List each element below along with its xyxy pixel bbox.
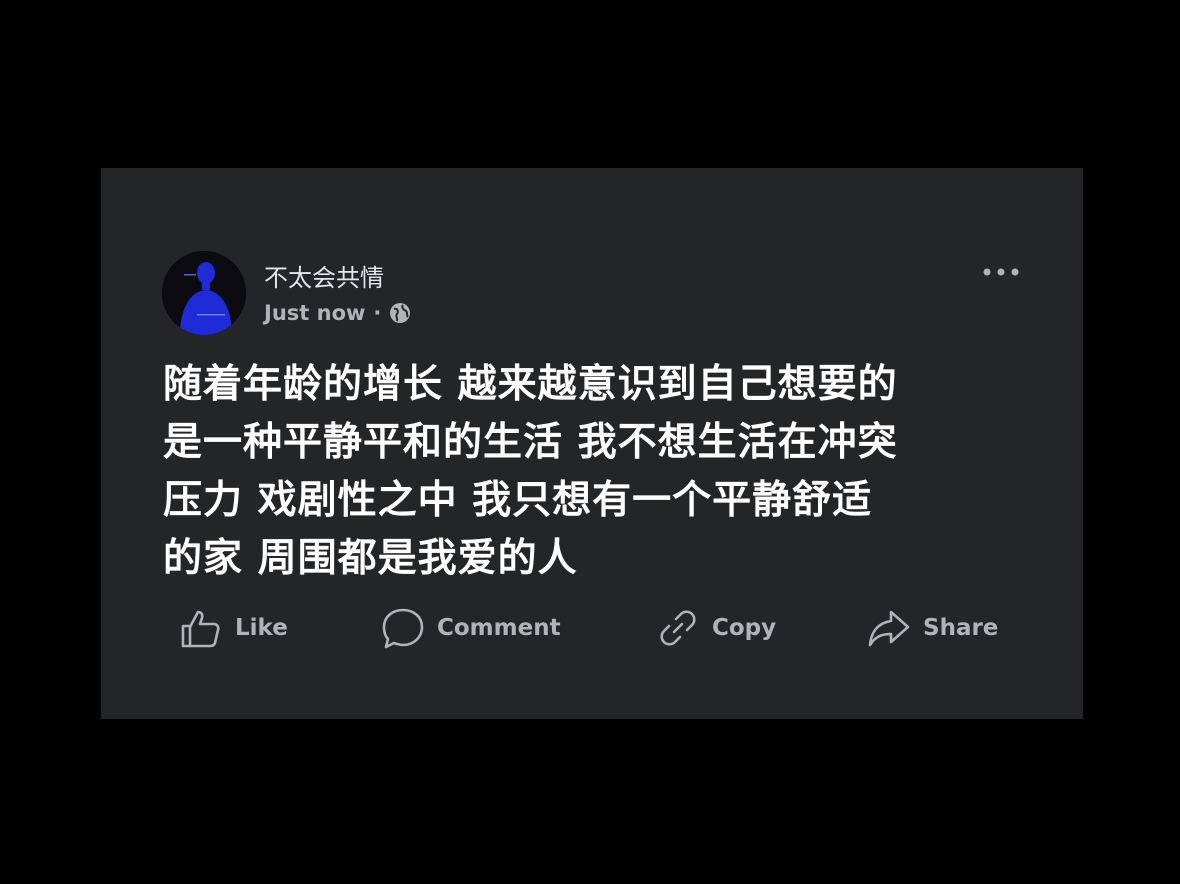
- post-text-line: 是一种平静平和的生活 我不想生活在冲突: [163, 420, 898, 465]
- more-options-icon: [983, 268, 1019, 276]
- comment-label: Comment: [437, 615, 561, 641]
- post-text: 随着年龄的增长 越来越意识到自己想要的 是一种平静平和的生活 我不想生活在冲突 …: [163, 356, 1043, 588]
- post-text-line: 随着年龄的增长 越来越意识到自己想要的: [163, 362, 898, 407]
- like-label: Like: [235, 615, 288, 641]
- like-button[interactable]: Like: [179, 606, 288, 650]
- post-text-line: 的家 周围都是我爱的人: [163, 536, 578, 581]
- share-button[interactable]: Share: [867, 606, 998, 650]
- post-card: 不太会共情 Just now · 随着年龄的增长 越来越意识到自己想要的 是一种…: [101, 168, 1083, 719]
- share-label: Share: [923, 615, 999, 641]
- post-text-line: 压力 戏剧性之中 我只想有一个平静舒适: [163, 478, 873, 523]
- timestamp[interactable]: Just now: [264, 301, 365, 325]
- copy-label: Copy: [712, 615, 777, 641]
- comment-icon: [382, 608, 424, 649]
- copy-button[interactable]: Copy: [656, 606, 776, 650]
- comment-button[interactable]: Comment: [381, 606, 561, 650]
- post-actions: Like Comment Copy Share: [101, 606, 1083, 650]
- more-options-button[interactable]: [979, 258, 1023, 286]
- meta-separator: ·: [373, 301, 382, 325]
- avatar-figure-icon: [162, 251, 246, 335]
- share-arrow-icon: [868, 610, 910, 647]
- link-icon: [660, 610, 696, 646]
- avatar[interactable]: [162, 251, 246, 335]
- globe-icon[interactable]: [389, 302, 411, 324]
- post-meta: Just now ·: [264, 301, 411, 325]
- author-name[interactable]: 不太会共情: [264, 258, 384, 293]
- thumbs-up-icon: [181, 610, 220, 648]
